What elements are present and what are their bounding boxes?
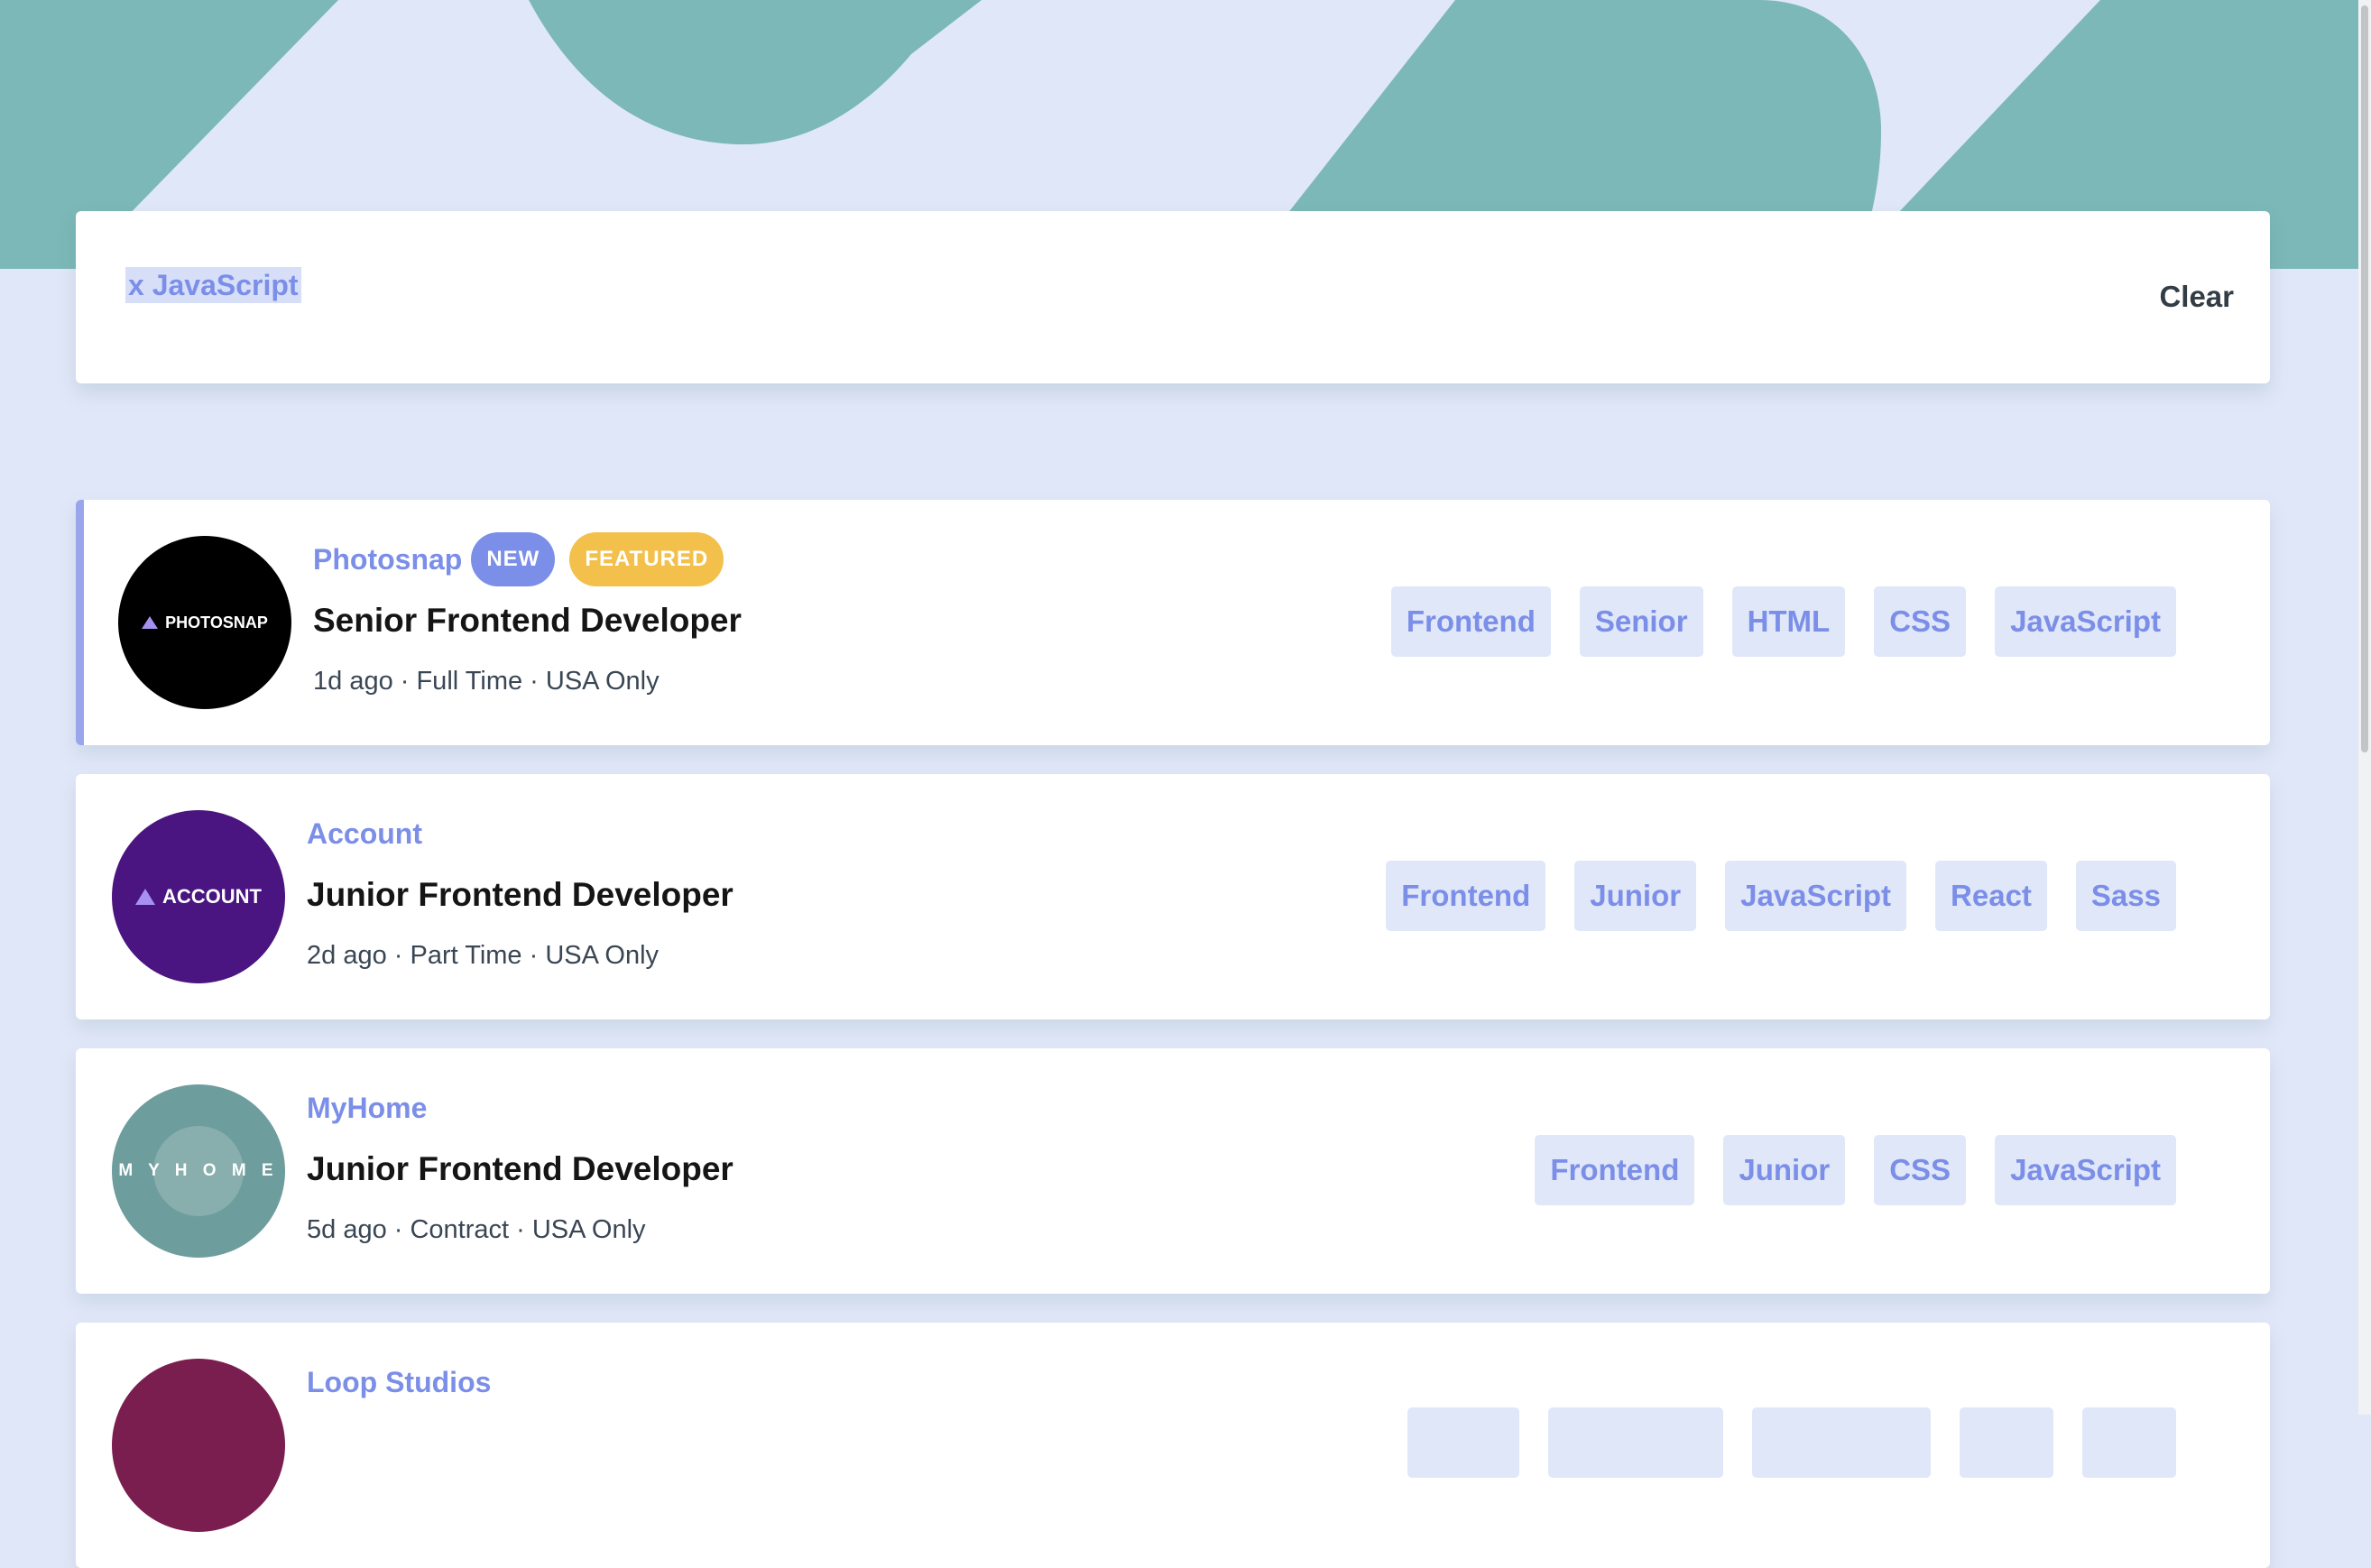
tag[interactable] bbox=[1548, 1407, 1723, 1478]
tag-frontend[interactable]: Frontend bbox=[1386, 861, 1546, 931]
logo-label: PHOTOSNAP bbox=[165, 613, 268, 632]
clear-filters-button[interactable]: Clear bbox=[2159, 280, 2234, 314]
job-tags: Frontend Junior CSS JavaScript bbox=[1535, 1135, 2176, 1205]
filter-bar: x JavaScript Clear bbox=[76, 211, 2270, 383]
tag-junior[interactable]: Junior bbox=[1723, 1135, 1846, 1205]
job-info: Photosnap NEW FEATURED Senior Frontend D… bbox=[313, 532, 742, 697]
company-name: Account bbox=[307, 816, 422, 850]
tag-frontend[interactable]: Frontend bbox=[1390, 586, 1551, 657]
company-logo: ACCOUNT bbox=[112, 810, 285, 983]
job-meta: 2d ago · Part Time · USA Only bbox=[307, 941, 660, 970]
job-meta: 1d ago · Full Time · USA Only bbox=[313, 667, 660, 696]
tag-javascript[interactable]: JavaScript bbox=[1725, 861, 1907, 931]
job-info: Account Junior Frontend Developer 2d ago… bbox=[307, 807, 733, 972]
tag-sass[interactable]: Sass bbox=[2075, 861, 2176, 931]
tag[interactable] bbox=[1407, 1407, 1519, 1478]
logo-label: ACCOUNT bbox=[162, 885, 262, 908]
filter-chip-javascript[interactable]: x JavaScript bbox=[125, 267, 301, 303]
tag-senior[interactable]: Senior bbox=[1579, 586, 1703, 657]
company-name: MyHome bbox=[307, 1091, 428, 1124]
job-title[interactable]: Senior Frontend Developer bbox=[313, 600, 742, 641]
featured-badge: FEATURED bbox=[569, 532, 724, 586]
tag-frontend[interactable]: Frontend bbox=[1535, 1135, 1695, 1205]
job-tags: Frontend Senior HTML CSS JavaScript bbox=[1390, 586, 2176, 657]
tag[interactable] bbox=[1960, 1407, 2053, 1478]
job-card: PHOTOSNAP Photosnap NEW FEATURED Senior … bbox=[76, 500, 2270, 745]
triangle-icon bbox=[135, 889, 155, 905]
tag-junior[interactable]: Junior bbox=[1574, 861, 1697, 931]
tag-css[interactable]: CSS bbox=[1874, 586, 1967, 657]
job-tags: Frontend Junior JavaScript React Sass bbox=[1386, 861, 2176, 931]
company-name: Loop Studios bbox=[307, 1365, 492, 1398]
job-card: M Y H O M E MyHome Junior Frontend Devel… bbox=[76, 1048, 2270, 1294]
new-badge: NEW bbox=[471, 532, 556, 586]
scrollbar[interactable] bbox=[2358, 0, 2371, 1415]
company-name: Photosnap bbox=[313, 542, 463, 576]
company-logo: M Y H O M E bbox=[112, 1084, 285, 1258]
job-card: Loop Studios bbox=[76, 1323, 2270, 1568]
tag-css[interactable]: CSS bbox=[1874, 1135, 1967, 1205]
tag[interactable] bbox=[2082, 1407, 2176, 1478]
job-title[interactable]: Junior Frontend Developer bbox=[307, 1148, 733, 1190]
job-info: MyHome Junior Frontend Developer 5d ago … bbox=[307, 1081, 733, 1246]
tag-html[interactable]: HTML bbox=[1731, 586, 1846, 657]
tag-react[interactable]: React bbox=[1935, 861, 2047, 931]
logo-label: M Y H O M E bbox=[118, 1161, 279, 1180]
company-logo bbox=[112, 1359, 285, 1532]
triangle-icon bbox=[142, 616, 159, 629]
scrollbar-thumb[interactable] bbox=[2361, 5, 2368, 752]
job-tags bbox=[1407, 1407, 2176, 1478]
tag-javascript[interactable]: JavaScript bbox=[1995, 1135, 2176, 1205]
company-logo: PHOTOSNAP bbox=[118, 536, 291, 709]
tag[interactable] bbox=[1752, 1407, 1931, 1478]
job-card: ACCOUNT Account Junior Frontend Develope… bbox=[76, 774, 2270, 1019]
job-info: Loop Studios bbox=[307, 1355, 491, 1409]
job-meta: 5d ago · Contract · USA Only bbox=[307, 1215, 646, 1244]
tag-javascript[interactable]: JavaScript bbox=[1995, 586, 2176, 657]
job-title[interactable]: Junior Frontend Developer bbox=[307, 874, 733, 916]
